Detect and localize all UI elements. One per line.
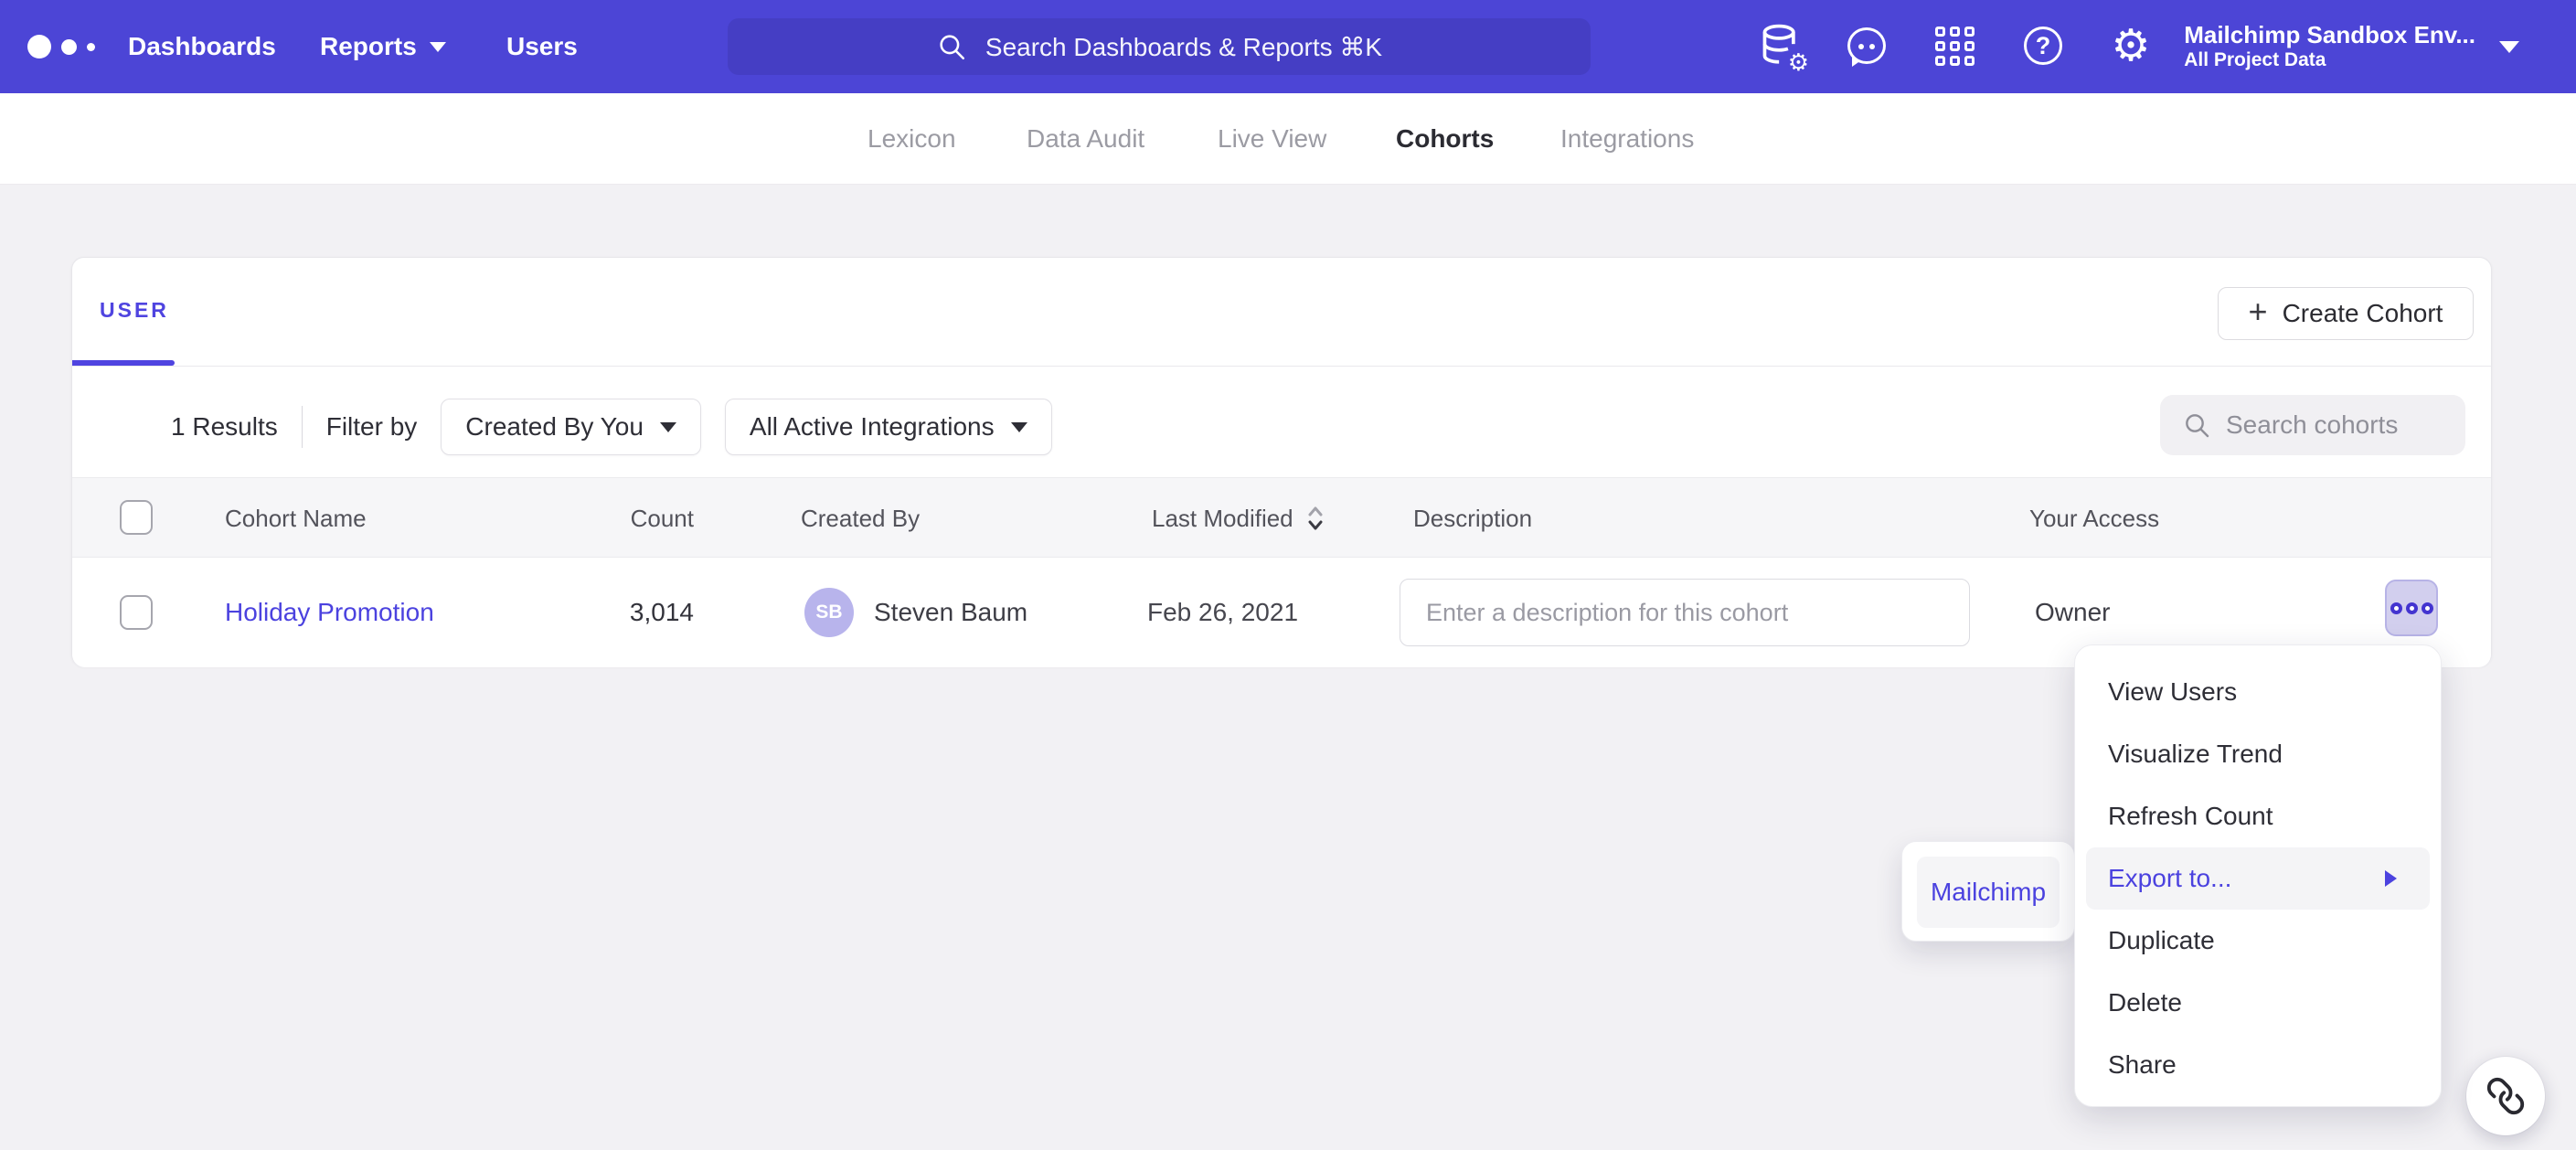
cohort-search-input[interactable] [2226,410,2436,440]
cohort-name-link[interactable]: Holiday Promotion [225,598,434,627]
link-icon [2486,1076,2526,1116]
settings-gear-icon[interactable]: ⚙ [2105,20,2156,71]
menu-item-share[interactable]: Share [2075,1034,2441,1096]
cohort-search [2160,395,2465,455]
created-by-cell: Steven Baum [874,558,1027,667]
integrations-dropdown[interactable]: All Active Integrations [725,399,1052,455]
nav-dashboards[interactable]: Dashboards [128,0,276,93]
menu-item-view-users[interactable]: View Users [2075,661,2441,723]
tab-integrations[interactable]: Integrations [1560,93,1694,185]
speech-bubble-icon [1847,27,1886,64]
last-modified-cell: Feb 26, 2021 [1147,558,1298,667]
global-search-placeholder: Search Dashboards & Reports ⌘K [985,32,1382,62]
col-cohort-name: Cohort Name [225,478,367,559]
section-tabbar: Lexicon Data Audit Live View Cohorts Int… [0,93,2576,185]
cohorts-card: USER + Create Cohort 1 Results Filter by… [71,257,2492,666]
divider [72,366,2491,367]
nav-dashboards-label: Dashboards [128,32,276,61]
menu-item-visualize-trend[interactable]: Visualize Trend [2075,723,2441,785]
integrations-dropdown-value: All Active Integrations [750,412,995,442]
project-name: Mailchimp Sandbox Env... [2184,21,2475,48]
menu-item-export-label: Export to... [2108,864,2231,893]
menu-item-refresh-count[interactable]: Refresh Count [2075,785,2441,847]
row-context-menu: View Users Visualize Trend Refresh Count… [2074,644,2442,1107]
filter-by-label: Filter by [326,412,418,442]
col-your-access: Your Access [2029,478,2159,559]
tab-label: Cohorts [1396,124,1494,154]
create-cohort-label: Create Cohort [2283,299,2443,328]
dot-icon [2422,602,2433,614]
search-icon [2182,410,2211,440]
created-by-dropdown-value: Created By You [465,412,644,442]
mixpanel-logo-icon[interactable] [27,0,95,93]
menu-item-export-to[interactable]: Export to... [2086,847,2430,910]
dot-icon [2390,602,2402,614]
search-icon [936,31,967,62]
chevron-down-icon [1011,422,1027,432]
tab-label: Lexicon [868,124,956,154]
menu-item-delete[interactable]: Delete [2075,972,2441,1034]
feedback-icon[interactable] [1841,20,1892,71]
select-all-checkbox[interactable] [120,500,153,535]
database-gear-icon[interactable]: ⚙ [1755,20,1806,71]
row-actions-button[interactable] [2385,580,2438,636]
global-search-input[interactable]: Search Dashboards & Reports ⌘K [728,18,1591,75]
tab-data-audit[interactable]: Data Audit [1027,93,1144,185]
count-cell: 3,014 [548,558,694,667]
help-icon[interactable]: ? [2017,20,2069,71]
project-data-scope: All Project Data [2184,48,2475,72]
chevron-down-icon [2499,41,2519,53]
logo-dot [87,43,95,51]
project-selector[interactable]: Mailchimp Sandbox Env... All Project Dat… [2184,0,2519,93]
plus-icon: + [2249,295,2268,328]
chevron-down-icon [660,422,676,432]
nav-reports-label: Reports [320,32,417,61]
tab-live-view[interactable]: Live View [1218,93,1326,185]
logo-dot [61,39,77,55]
submenu-item-mailchimp[interactable]: Mailchimp [1917,857,2060,928]
create-cohort-button[interactable]: + Create Cohort [2218,287,2474,340]
database-icon: ⚙ [1760,24,1802,68]
row-checkbox[interactable] [120,595,153,630]
tab-label: Integrations [1560,124,1694,154]
question-mark-icon: ? [2024,27,2062,65]
tab-cohorts[interactable]: Cohorts [1396,93,1494,185]
nav-users-label: Users [506,32,578,61]
cohort-name-cell: Holiday Promotion [225,558,434,667]
filter-row: 1 Results Filter by Created By You All A… [171,395,1052,459]
copy-link-button[interactable] [2466,1057,2545,1135]
logo-dot [27,35,51,59]
submenu-arrow-icon [2385,870,2397,887]
tab-lexicon[interactable]: Lexicon [868,93,956,185]
dot-icon [2406,602,2418,614]
project-info: Mailchimp Sandbox Env... All Project Dat… [2184,21,2475,72]
col-description: Description [1413,478,1532,559]
table-header: Cohort Name Count Created By Last Modifi… [72,477,2491,558]
avatar: SB [804,588,854,637]
export-submenu: Mailchimp [1901,841,2075,942]
nav-users[interactable]: Users [506,0,578,93]
top-nav: Dashboards Reports Users Search Dashboar… [0,0,2576,93]
apps-grid-icon[interactable] [1929,20,1980,71]
divider [302,406,303,448]
col-created-by: Created By [801,478,920,559]
menu-item-duplicate[interactable]: Duplicate [2075,910,2441,972]
grid-icon [1935,27,1975,66]
created-by-dropdown[interactable]: Created By You [441,399,701,455]
col-last-modified[interactable]: Last Modified [1152,478,1325,559]
tab-label: Data Audit [1027,124,1144,154]
cohorts-screen: Dashboards Reports Users Search Dashboar… [0,0,2576,1150]
col-count: Count [548,478,694,559]
sort-icon [1306,503,1325,534]
chevron-down-icon [430,42,446,52]
nav-reports[interactable]: Reports [320,0,446,93]
description-input[interactable] [1400,579,1970,646]
results-count: 1 Results [171,412,278,442]
gear-icon: ⚙ [1788,51,1809,75]
gear-icon: ⚙ [2111,24,2150,68]
tab-user-cohorts[interactable]: USER [100,298,169,323]
tab-label: Live View [1218,124,1326,154]
